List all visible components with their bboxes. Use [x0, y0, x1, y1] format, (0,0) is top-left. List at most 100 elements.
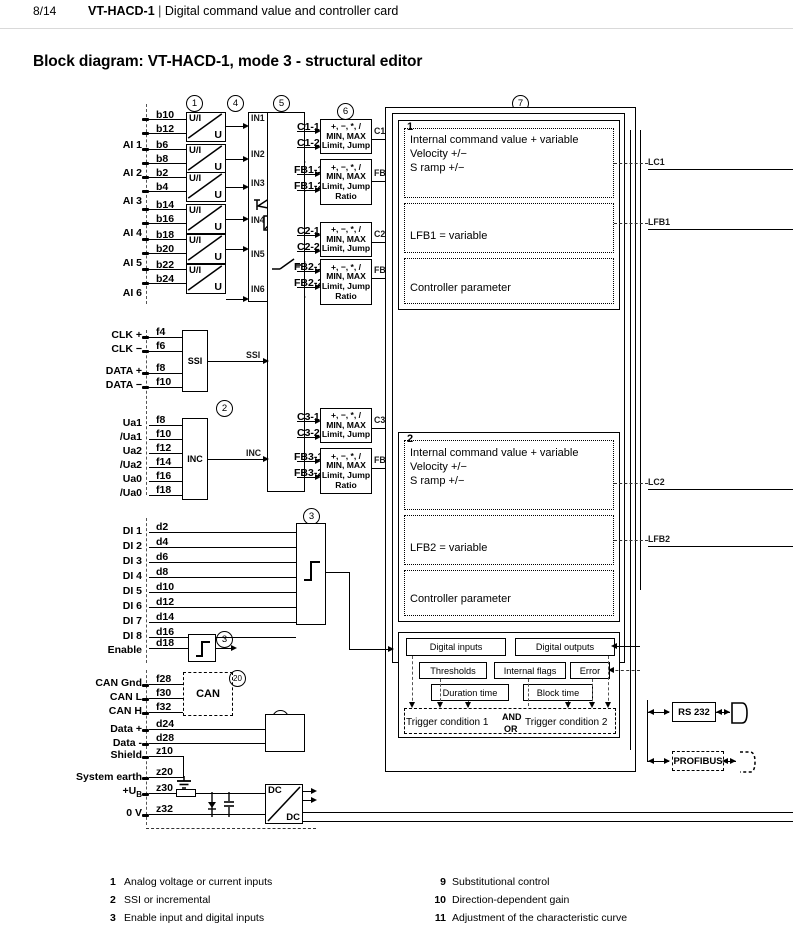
- terminal-stub: [142, 208, 149, 211]
- digital-outputs-node[interactable]: Digital outputs: [515, 638, 615, 656]
- wire: [149, 453, 182, 455]
- arrow-icon: [263, 456, 269, 462]
- power-signal-label: 0 V: [126, 807, 142, 819]
- terminal-stub: [142, 222, 149, 225]
- card-edge-line-di: [146, 518, 147, 663]
- wire: [149, 577, 296, 579]
- converter-top-label: U/I: [189, 205, 202, 216]
- wire: [303, 812, 793, 814]
- logic-connector: [608, 656, 609, 706]
- internal-signal-label: IN2: [251, 149, 265, 159]
- digital-input-label: DI 2: [122, 540, 142, 552]
- serial-interface-block[interactable]: [265, 714, 305, 752]
- arrow-icon: [722, 758, 728, 764]
- output-label: LFB1: [648, 217, 670, 227]
- terminal-stub: [142, 132, 149, 135]
- math-block[interactable]: +, −, *, / MIN, MAX Limit, Jump Ratio: [320, 448, 372, 494]
- ssi-signal-label: CLK +: [111, 329, 142, 341]
- schmitt-trigger-icon: [196, 641, 210, 657]
- pin-label: f12: [156, 442, 172, 454]
- marker-5: 5: [273, 95, 290, 112]
- wire: [149, 607, 296, 609]
- converter-bottom-label: U: [214, 189, 222, 201]
- math-block[interactable]: +, −, *, / MIN, MAX Limit, Jump Ratio: [320, 159, 372, 205]
- pin-label: z20: [156, 766, 173, 778]
- logic-operator-or: OR: [504, 724, 518, 734]
- wire: [149, 223, 186, 225]
- terminal-stub: [142, 336, 149, 339]
- can-block[interactable]: CAN: [183, 672, 233, 716]
- digital-input-label: DI 6: [122, 600, 142, 612]
- serial-signal-label: Data -: [112, 737, 142, 749]
- profibus-block[interactable]: PROFIBUS: [672, 751, 724, 771]
- power-label-text: +U: [122, 785, 137, 797]
- legend-number: 10: [434, 894, 446, 906]
- legend-text: SSI or incremental: [124, 894, 211, 906]
- arrow-icon: [648, 758, 654, 764]
- output-wire: [648, 169, 793, 171]
- analog-input-label: AI 3: [122, 195, 142, 207]
- axis-controller-label: Controller parameter: [410, 593, 511, 605]
- arrow-icon: [608, 667, 614, 673]
- thresholds-node[interactable]: Thresholds: [419, 662, 487, 679]
- wire: [149, 387, 182, 389]
- terminal-stub: [142, 268, 149, 271]
- wire: [149, 119, 186, 121]
- converter-top-label: U/I: [189, 113, 202, 124]
- analog-input-label: AI 1: [122, 139, 142, 151]
- inc-signal-label: Ua2: [122, 445, 142, 457]
- terminal-stub: [142, 386, 149, 389]
- output-wire: [648, 229, 793, 231]
- rs232-block[interactable]: RS 232: [672, 702, 716, 722]
- wire: [149, 562, 296, 564]
- output-label: LC2: [648, 477, 665, 487]
- legend-row: 3 Enable input and digital inputs 11 Adj…: [110, 912, 770, 930]
- wire: [149, 269, 186, 271]
- converter-bottom-label: U: [214, 281, 222, 293]
- can-signal-label: CAN H: [108, 705, 142, 717]
- output-tap: [614, 483, 648, 484]
- wire: [149, 547, 296, 549]
- power-signal-label: +UB: [80, 785, 143, 799]
- math-block[interactable]: +, −, *, / MIN, MAX Limit, Jump: [320, 222, 372, 257]
- internal-flags-node[interactable]: Internal flags: [494, 662, 566, 679]
- math-block[interactable]: +, −, *, / MIN, MAX Limit, Jump Ratio: [320, 259, 372, 305]
- axis-2-feedback-section[interactable]: [404, 515, 614, 565]
- math-block[interactable]: +, −, *, / MIN, MAX Limit, Jump: [320, 119, 372, 154]
- digital-input-label: DI 7: [122, 615, 142, 627]
- arrow-icon: [648, 709, 654, 715]
- internal-signal-label: IN5: [251, 249, 265, 259]
- terminal-stub: [142, 793, 149, 796]
- pin-label: f8: [156, 362, 166, 374]
- math-op-line: Limit, Jump: [321, 429, 371, 440]
- block-time-node[interactable]: Block time: [523, 684, 593, 701]
- wire: [183, 756, 185, 777]
- pin-label: d18: [156, 637, 175, 649]
- error-node[interactable]: Error: [570, 662, 610, 679]
- inc-signal-label: /Ua0: [119, 487, 142, 499]
- arrow-icon: [664, 758, 670, 764]
- math-output-label: C3: [374, 415, 386, 425]
- converter-bottom-label: U: [214, 221, 222, 233]
- digital-inputs-node[interactable]: Digital inputs: [406, 638, 506, 656]
- inc-block-label: INC: [187, 453, 203, 464]
- arrow-icon: [664, 709, 670, 715]
- legend-number: 1: [110, 876, 116, 888]
- analog-input-label: AI 5: [122, 257, 142, 269]
- pin-label: d16: [156, 626, 175, 638]
- pin-label: d28: [156, 732, 175, 744]
- inc-block[interactable]: INC: [182, 418, 208, 500]
- duration-time-node[interactable]: Duration time: [431, 684, 509, 701]
- dcdc-converter-block[interactable]: DC DC: [265, 784, 303, 824]
- duration-time-label: Duration time: [442, 687, 498, 698]
- math-block[interactable]: +, −, *, / MIN, MAX Limit, Jump: [320, 408, 372, 443]
- internal-signal-label: SSI: [246, 350, 261, 360]
- axis-1-feedback-section[interactable]: [404, 203, 614, 253]
- serial-signal-label: Data +: [110, 723, 142, 735]
- wire: [149, 592, 296, 594]
- terminal-stub: [142, 148, 149, 151]
- ssi-block[interactable]: SSI: [182, 330, 208, 392]
- pin-label: f30: [156, 687, 172, 699]
- arrow-icon: [465, 702, 471, 708]
- pin-label: f10: [156, 376, 172, 388]
